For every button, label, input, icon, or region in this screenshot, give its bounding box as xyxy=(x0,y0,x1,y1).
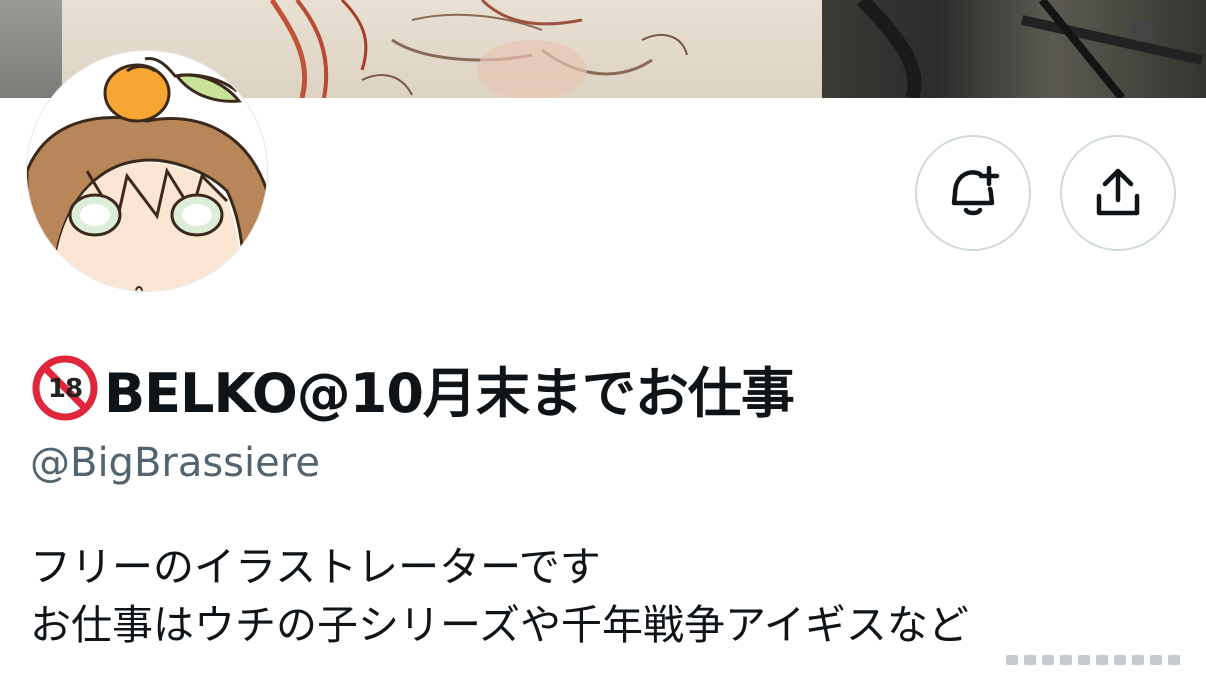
user-handle: @BigBrassiere xyxy=(30,440,320,486)
display-name-row: 18 BELKO@10月末までお仕事 xyxy=(32,348,795,428)
share-button[interactable] xyxy=(1060,135,1176,251)
banner-background-right xyxy=(822,0,1206,98)
bio-line: フリーのイラストレーターです xyxy=(30,543,601,591)
bio-line: お仕事はウチの子シリーズや千年戦争アイギスなど xyxy=(30,601,969,649)
svg-text:18: 18 xyxy=(48,374,82,404)
no-under-18-icon: 18 xyxy=(32,355,98,421)
display-name: BELKO@10月末までお仕事 xyxy=(104,361,795,425)
bell-plus-icon xyxy=(951,166,1000,216)
profile-bio: フリーのイラストレーターです お仕事はウチの子シリーズや千年戦争アイギスなど xyxy=(30,538,1180,654)
notify-button[interactable] xyxy=(915,135,1031,251)
avatar[interactable] xyxy=(27,51,267,291)
watermark-mark xyxy=(1006,655,1180,665)
share-upload-icon xyxy=(1096,168,1140,216)
